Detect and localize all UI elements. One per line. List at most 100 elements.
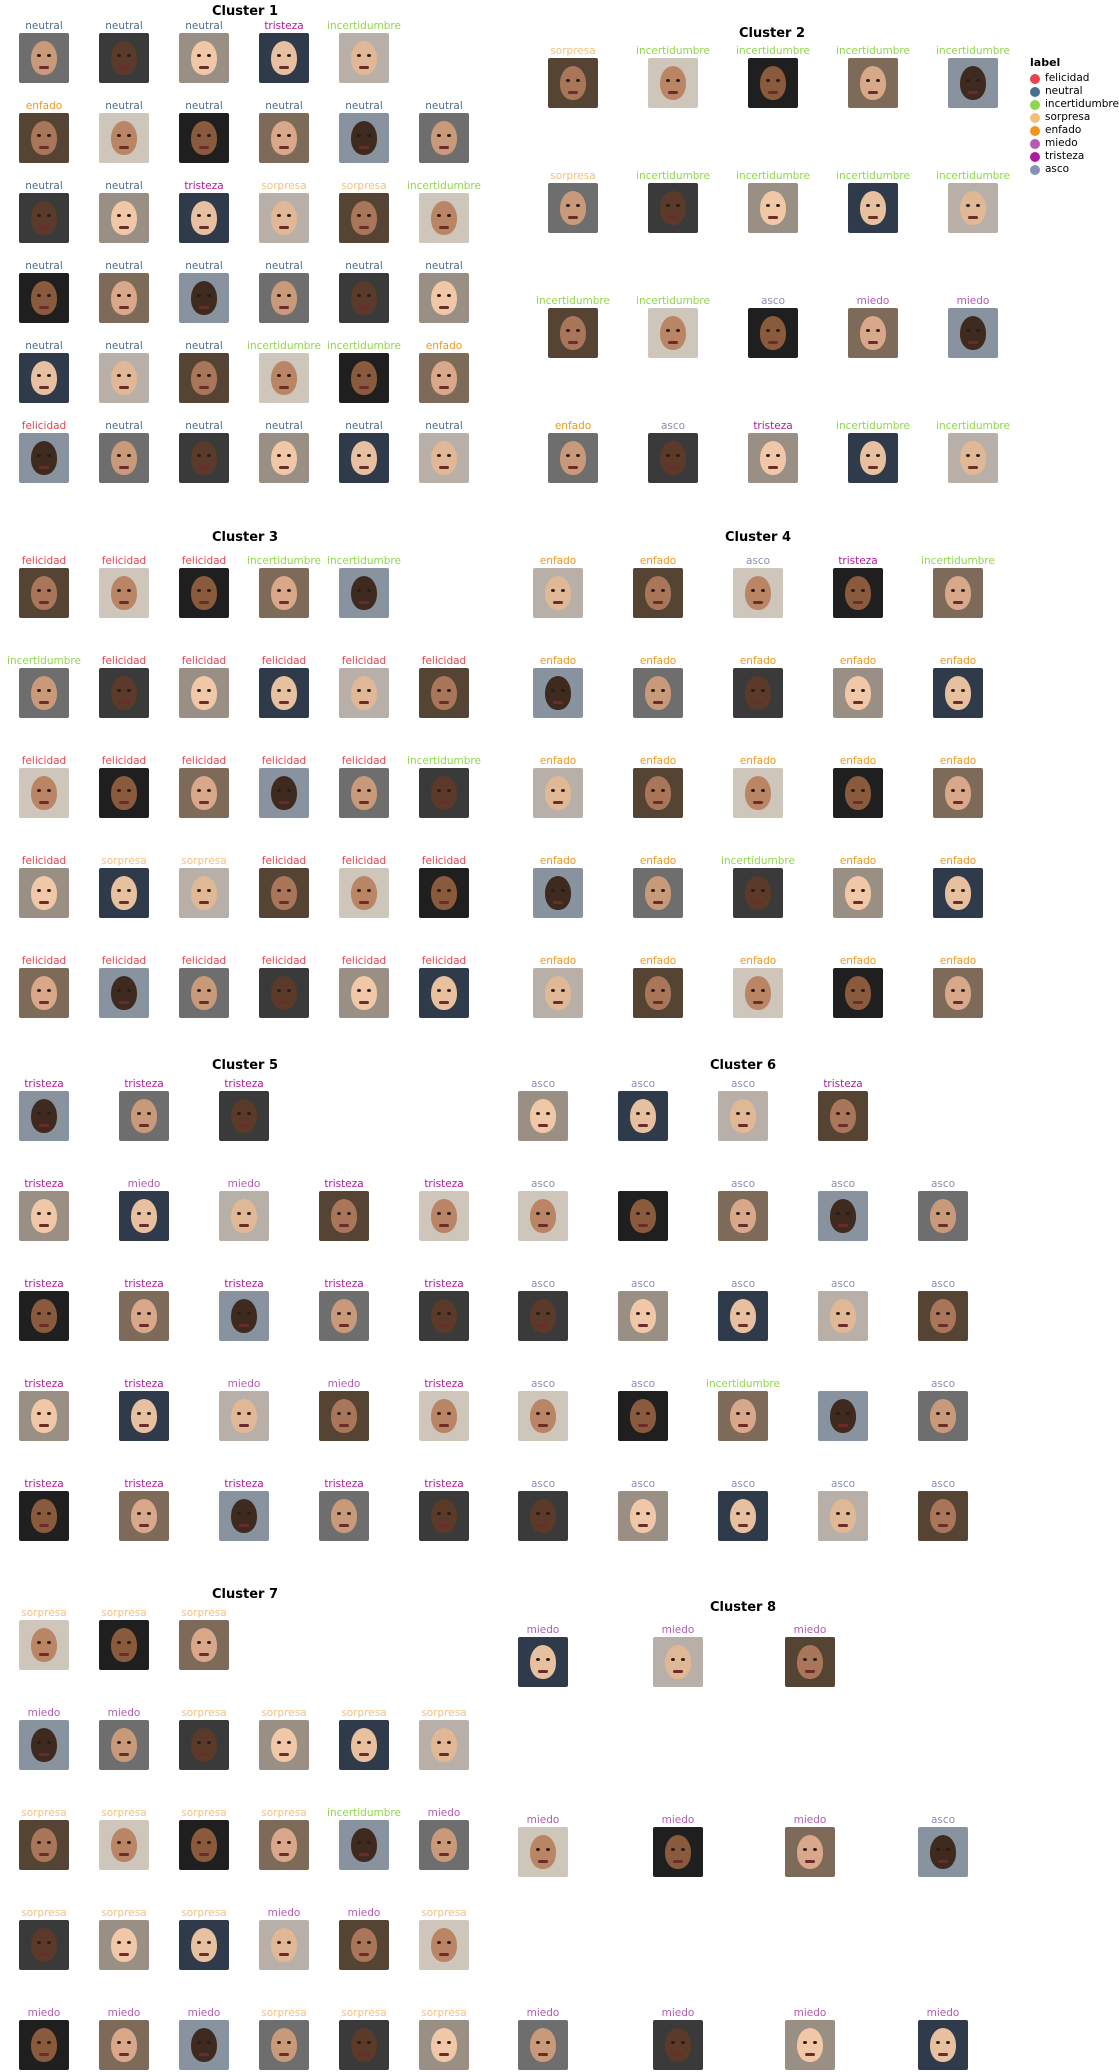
face-tile: miedo [635, 1814, 721, 1877]
face-thumbnail [179, 1920, 229, 1970]
face-thumbnail [933, 568, 983, 618]
face-thumbnail [179, 1720, 229, 1770]
face-thumbnail [533, 868, 583, 918]
face-tile: tristeza [815, 555, 901, 618]
face-label: neutral [185, 100, 223, 112]
face-label: incertidumbre [936, 170, 1010, 182]
face-tile: neutral [1, 260, 87, 323]
face-label: incertidumbre [247, 340, 321, 352]
face-thumbnail [19, 2020, 69, 2070]
face-thumbnail [548, 433, 598, 483]
face-thumbnail [733, 768, 783, 818]
face-tile [600, 1178, 686, 1241]
cluster-title: Cluster 6 [709, 1058, 777, 1073]
face-tile: neutral [241, 260, 327, 323]
face-thumbnail [419, 433, 469, 483]
face-tile: enfado [615, 655, 701, 718]
face-tile: tristeza [1, 1478, 87, 1541]
face-thumbnail [339, 2020, 389, 2070]
face-label: felicidad [181, 555, 227, 567]
face-thumbnail [19, 1391, 69, 1441]
legend-item: enfado [1030, 124, 1119, 137]
face-label: miedo [127, 1178, 161, 1190]
face-label: tristeza [124, 1478, 164, 1490]
face-thumbnail [648, 433, 698, 483]
face-tile: felicidad [161, 955, 247, 1018]
face-label: tristeza [424, 1478, 464, 1490]
face-label: enfado [939, 755, 977, 767]
face-label: felicidad [21, 955, 67, 967]
face-tile: incertidumbre [830, 420, 916, 483]
legend-swatch-icon [1030, 138, 1040, 149]
face-label: incertidumbre [721, 855, 795, 867]
face-label: tristeza [224, 1478, 264, 1490]
face-label: enfado [539, 955, 577, 967]
face-tile: asco [500, 1278, 586, 1341]
face-tile: miedo [201, 1378, 287, 1441]
face-tile: felicidad [81, 755, 167, 818]
face-thumbnail [119, 1491, 169, 1541]
face-tile: neutral [161, 100, 247, 163]
face-label: incertidumbre [327, 20, 401, 32]
face-label: miedo [427, 1807, 461, 1819]
face-tile: enfado [715, 755, 801, 818]
face-tile: miedo [767, 1624, 853, 1687]
face-tile: asco [900, 1278, 986, 1341]
face-thumbnail [259, 1720, 309, 1770]
face-thumbnail [948, 433, 998, 483]
face-tile: enfado [815, 955, 901, 1018]
face-tile: neutral [81, 180, 167, 243]
legend: label felicidad neutral incertidumbre sorpr… [1030, 56, 1119, 176]
legend-title: label [1030, 56, 1061, 69]
face-tile: incertidumbre [930, 45, 1016, 108]
face-thumbnail [339, 568, 389, 618]
face-thumbnail [933, 768, 983, 818]
face-tile: sorpresa [241, 2007, 327, 2070]
face-label: tristeza [324, 1278, 364, 1290]
face-thumbnail [648, 58, 698, 108]
legend-swatch-icon [1030, 164, 1040, 175]
face-tile: sorpresa [321, 180, 407, 243]
face-tile: enfado [530, 420, 616, 483]
face-thumbnail [518, 1391, 568, 1441]
face-tile: incertidumbre [700, 1378, 786, 1441]
face-label: felicidad [421, 655, 467, 667]
face-tile: neutral [321, 100, 407, 163]
face-tile: neutral [401, 100, 487, 163]
face-tile: miedo [930, 295, 1016, 358]
face-thumbnail [219, 1191, 269, 1241]
face-thumbnail [933, 668, 983, 718]
face-thumbnail [648, 183, 698, 233]
face-tile: sorpresa [401, 1907, 487, 1970]
face-label: neutral [265, 260, 303, 272]
face-thumbnail [933, 968, 983, 1018]
face-label: miedo [27, 2007, 61, 2019]
face-label: sorpresa [341, 180, 387, 192]
face-thumbnail [653, 1637, 703, 1687]
face-tile: asco [900, 1178, 986, 1241]
face-thumbnail [648, 308, 698, 358]
cluster-title: Cluster 3 [211, 530, 279, 545]
face-label: sorpresa [21, 1807, 67, 1819]
face-label: enfado [639, 655, 677, 667]
face-thumbnail [179, 353, 229, 403]
face-tile: miedo [321, 1907, 407, 1970]
face-thumbnail [818, 1191, 868, 1241]
face-label: miedo [856, 295, 890, 307]
face-thumbnail [633, 968, 683, 1018]
face-thumbnail [99, 768, 149, 818]
face-tile: neutral [401, 420, 487, 483]
face-thumbnail [633, 768, 683, 818]
face-label: tristeza [753, 420, 793, 432]
face-label: miedo [793, 2007, 827, 2019]
face-tile: enfado [515, 655, 601, 718]
face-thumbnail [19, 1820, 69, 1870]
face-label: enfado [554, 420, 592, 432]
face-label: incertidumbre [327, 340, 401, 352]
face-thumbnail [99, 1920, 149, 1970]
face-tile: incertidumbre [321, 1807, 407, 1870]
face-thumbnail [19, 1091, 69, 1141]
face-thumbnail [179, 113, 229, 163]
face-tile: miedo [81, 2007, 167, 2070]
face-thumbnail [785, 1637, 835, 1687]
